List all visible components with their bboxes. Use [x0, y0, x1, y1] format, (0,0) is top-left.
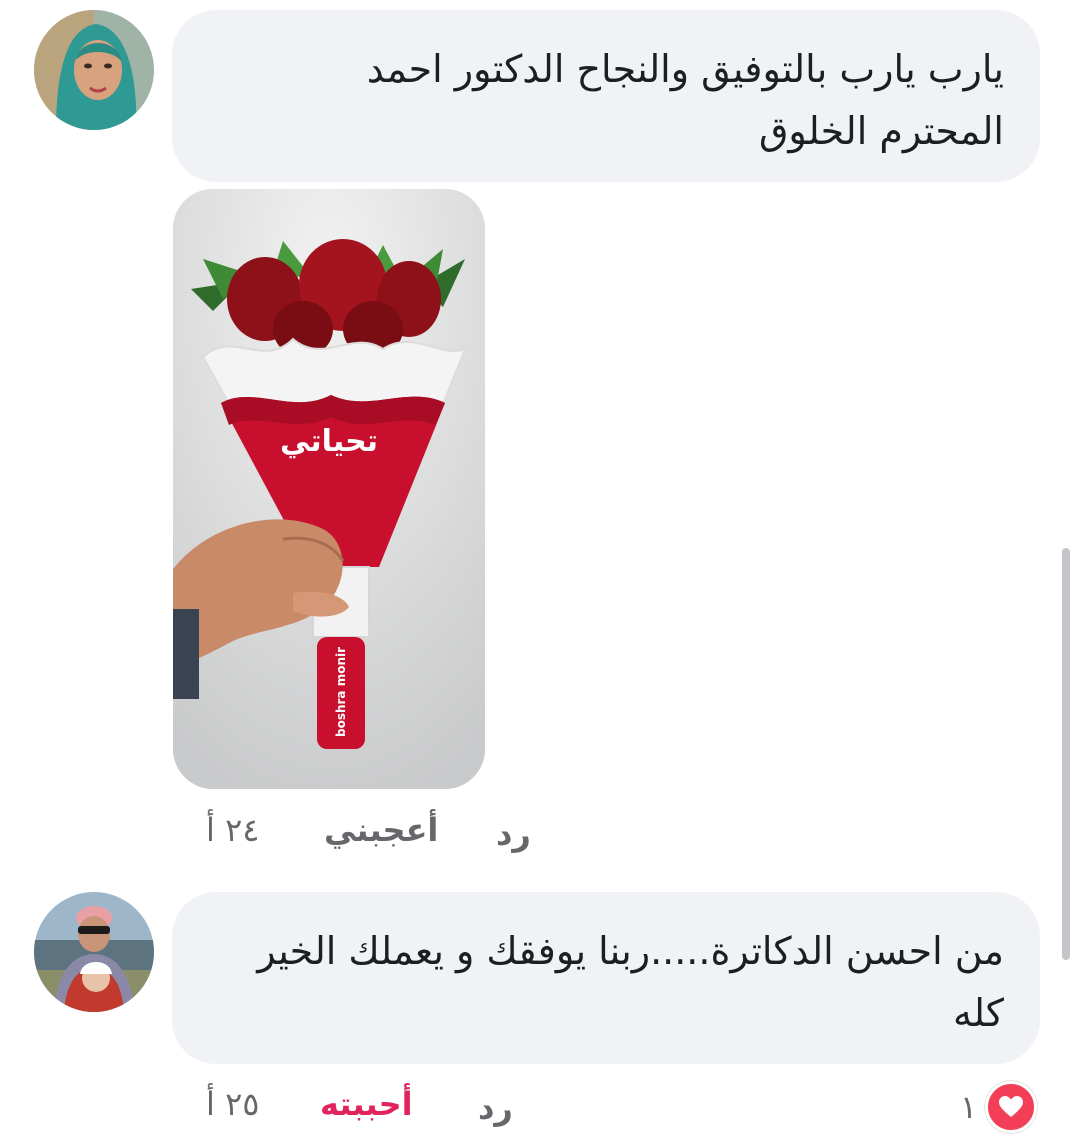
- reply-button[interactable]: رد: [496, 814, 531, 854]
- comment-text-line: كله: [952, 991, 1004, 1035]
- comment-timestamp: ٢٤ أ: [206, 811, 260, 849]
- comment-bubble-2: من احسن الدكاترة.....ربنا يوفقك و يعملك …: [172, 892, 1040, 1064]
- comment-text-line: من احسن الدكاترة.....ربنا يوفقك و يعملك …: [257, 929, 1004, 973]
- reaction-summary[interactable]: ١: [960, 1081, 1038, 1133]
- image-watermark-text: boshra monir: [334, 647, 348, 737]
- reply-button[interactable]: رد: [478, 1088, 513, 1128]
- scrollbar-thumb[interactable]: [1062, 548, 1070, 960]
- comment-text-line: المحترم الخلوق: [758, 109, 1004, 153]
- commenter-avatar-2[interactable]: [34, 892, 154, 1012]
- comment-bubble-1: يارب يارب بالتوفيق والنجاح الدكتور احمد …: [172, 10, 1040, 182]
- like-button[interactable]: أعجبني: [324, 810, 438, 850]
- comment-text-line: يارب يارب بالتوفيق والنجاح الدكتور احمد: [366, 47, 1004, 91]
- comment-timestamp: ٢٥ أ: [206, 1085, 260, 1123]
- commenter-avatar-1[interactable]: [34, 10, 154, 130]
- image-caption-text: تحياتي: [280, 424, 378, 459]
- reaction-count: ١: [960, 1088, 978, 1126]
- heart-icon: [985, 1081, 1038, 1133]
- comment-attached-image[interactable]: boshra monir تحياتي: [173, 189, 485, 789]
- love-reaction-button[interactable]: أحببته: [320, 1084, 413, 1124]
